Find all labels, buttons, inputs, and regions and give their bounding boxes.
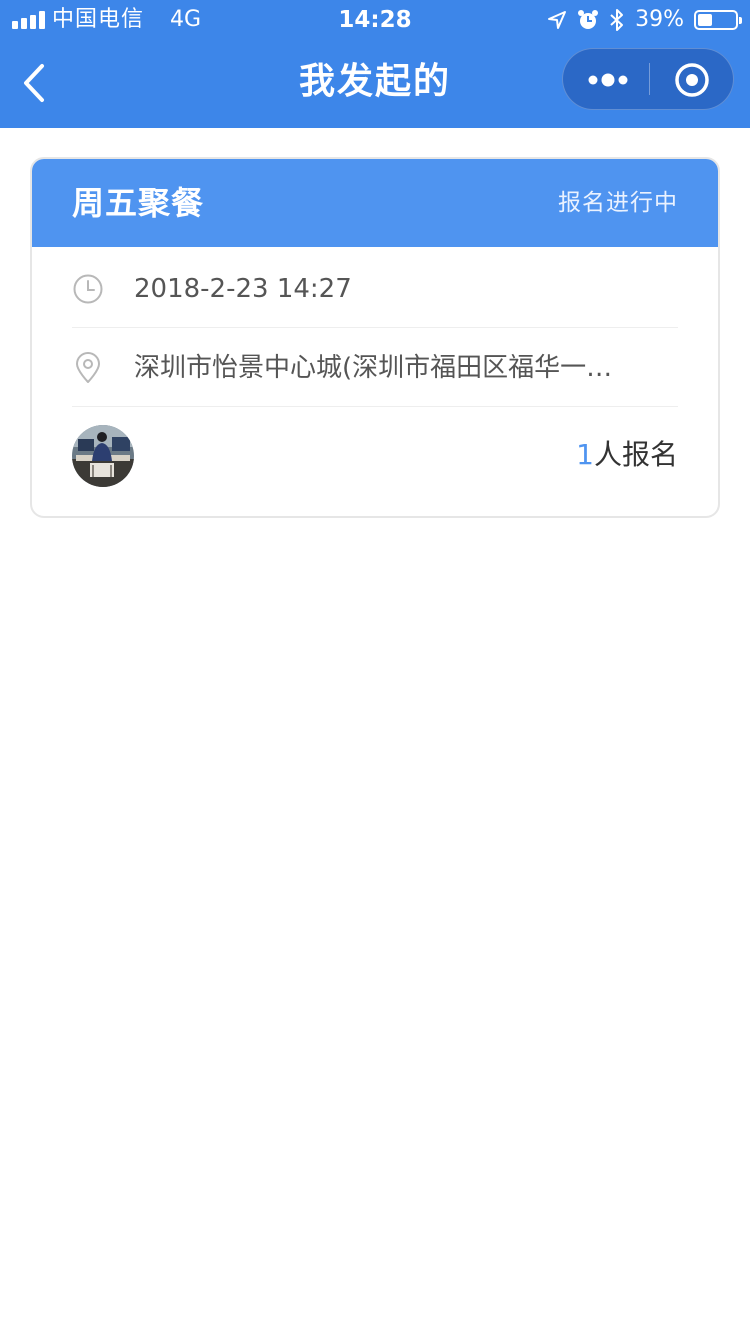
status-bar: 中国电信 4G 14:28 39% [0, 0, 750, 40]
bluetooth-icon [610, 9, 624, 31]
battery-icon [694, 10, 742, 30]
alarm-icon [578, 10, 599, 29]
event-location-row: 深圳市怡景中心城(深圳市福田区福华一… [72, 328, 678, 407]
clock-icon [73, 274, 103, 304]
location-arrow-icon [548, 11, 567, 29]
event-datetime: 2018-2-23 14:27 [134, 274, 352, 304]
map-pin-icon [76, 352, 100, 383]
event-footer-row: 1人报名 [72, 407, 678, 516]
status-right: 39% [547, 6, 742, 34]
event-title: 周五聚餐 [72, 184, 205, 222]
battery-fill [698, 14, 712, 26]
more-dots-icon[interactable] [563, 49, 649, 109]
event-card[interactable]: 周五聚餐 报名进行中 2018-2-23 14:27 深圳市怡景中心城(深圳市福… [30, 157, 720, 518]
battery-percent: 39% [635, 7, 684, 32]
event-status: 报名进行中 [558, 190, 678, 216]
event-card-header: 周五聚餐 报名进行中 [32, 159, 718, 247]
mini-program-capsule [562, 48, 734, 110]
signup-count: 1 [576, 438, 594, 471]
avatar[interactable] [72, 425, 134, 487]
signup-suffix: 人报名 [593, 438, 678, 471]
event-time-row: 2018-2-23 14:27 [72, 249, 678, 328]
signup-count-label: 1人报名 [576, 435, 678, 475]
header: 中国电信 4G 14:28 39% 我发起的 [0, 0, 750, 128]
target-circle-icon[interactable] [650, 49, 734, 109]
event-location: 深圳市怡景中心城(深圳市福田区福华一… [134, 353, 613, 383]
